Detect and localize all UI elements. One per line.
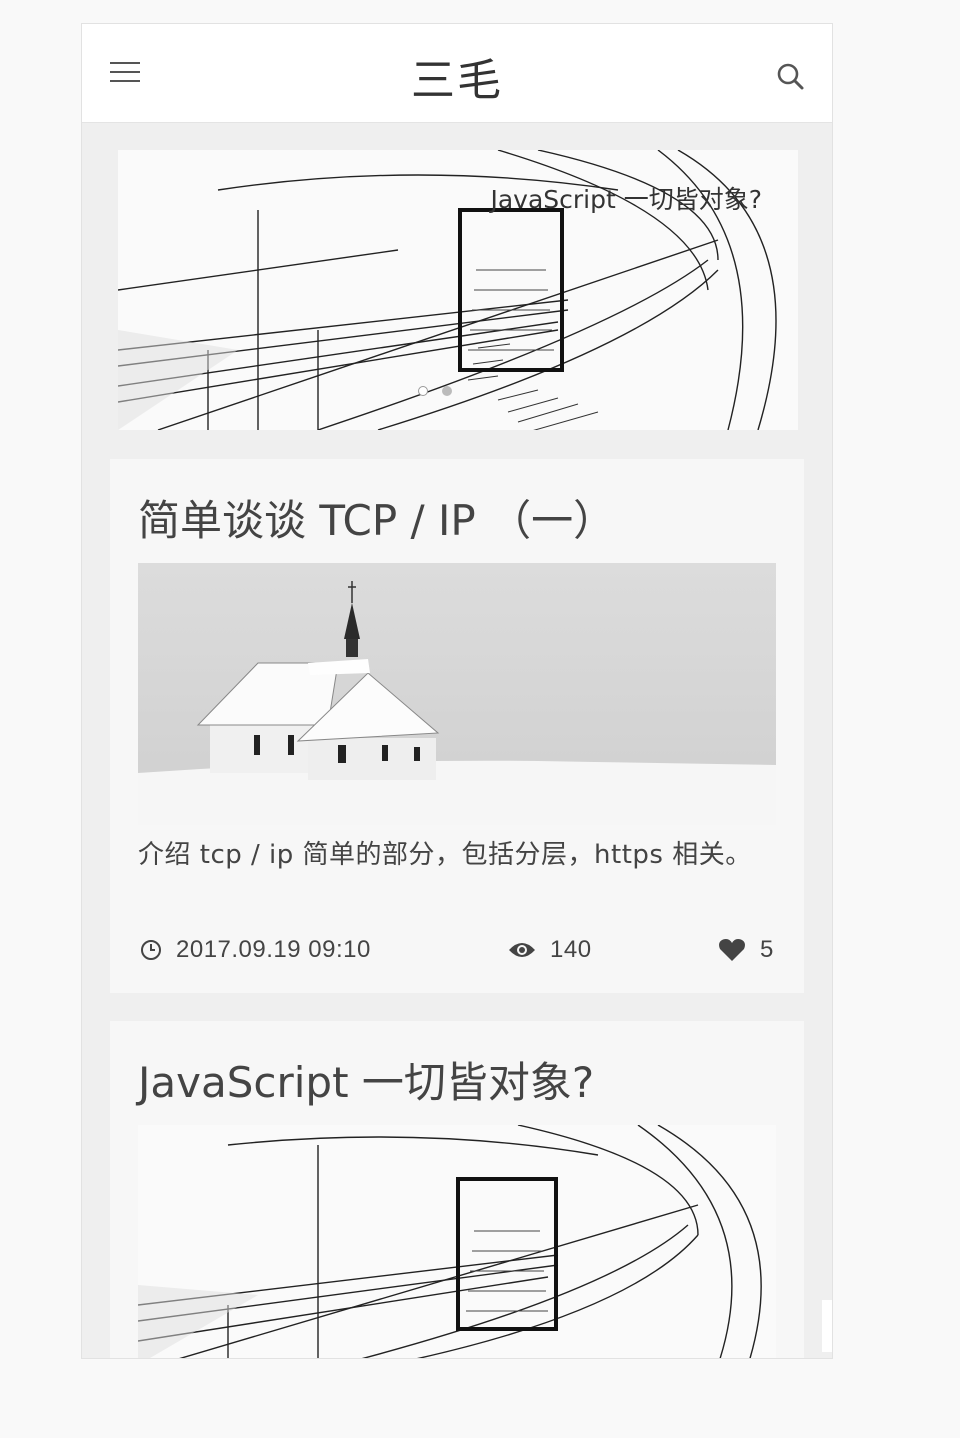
post-card[interactable]: 简单谈谈 TCP / IP （一） 介绍 tcp / ip 简单的部分，包括分层… — [110, 459, 804, 993]
post-likes-count: 5 — [760, 936, 774, 963]
post-views: 140 — [508, 935, 592, 965]
site-title: 三毛 — [411, 55, 503, 106]
clock-icon — [141, 940, 161, 960]
top-bar: 三毛 — [82, 24, 832, 123]
banner-dot-1[interactable] — [418, 386, 428, 396]
search-icon[interactable] — [774, 60, 806, 92]
heart-icon[interactable] — [718, 938, 746, 962]
post-title[interactable]: JavaScript 一切皆对象? — [138, 1049, 594, 1110]
post-excerpt: 介绍 tcp / ip 简单的部分，包括分层，https 相关。 — [138, 840, 752, 870]
eye-icon — [509, 943, 535, 957]
snowy-chapel-image — [138, 563, 776, 825]
post-title[interactable]: 简单谈谈 TCP / IP （一） — [138, 487, 615, 548]
post-image[interactable] — [138, 563, 776, 825]
post-views-count: 140 — [550, 936, 592, 963]
banner-title: JavaScript 一切皆对象? — [490, 185, 762, 214]
featured-banner[interactable]: JavaScript 一切皆对象? — [118, 150, 798, 430]
post-likes[interactable]: 5 — [718, 935, 774, 965]
post-card[interactable]: JavaScript 一切皆对象? — [110, 1021, 804, 1358]
banner-dot-2[interactable] — [442, 386, 452, 396]
mail-icon[interactable] — [822, 1300, 832, 1352]
app-frame: 三毛 JavaScript 一切皆对象? 简单谈谈 TCP / IP （一） 介… — [81, 23, 833, 1359]
tunnel-sketch-image — [138, 1125, 776, 1358]
banner-pagination — [418, 386, 452, 396]
post-image[interactable] — [138, 1125, 776, 1358]
post-date-text: 2017.09.19 09:10 — [176, 936, 371, 963]
post-date: 2017.09.19 09:10 — [140, 935, 371, 965]
